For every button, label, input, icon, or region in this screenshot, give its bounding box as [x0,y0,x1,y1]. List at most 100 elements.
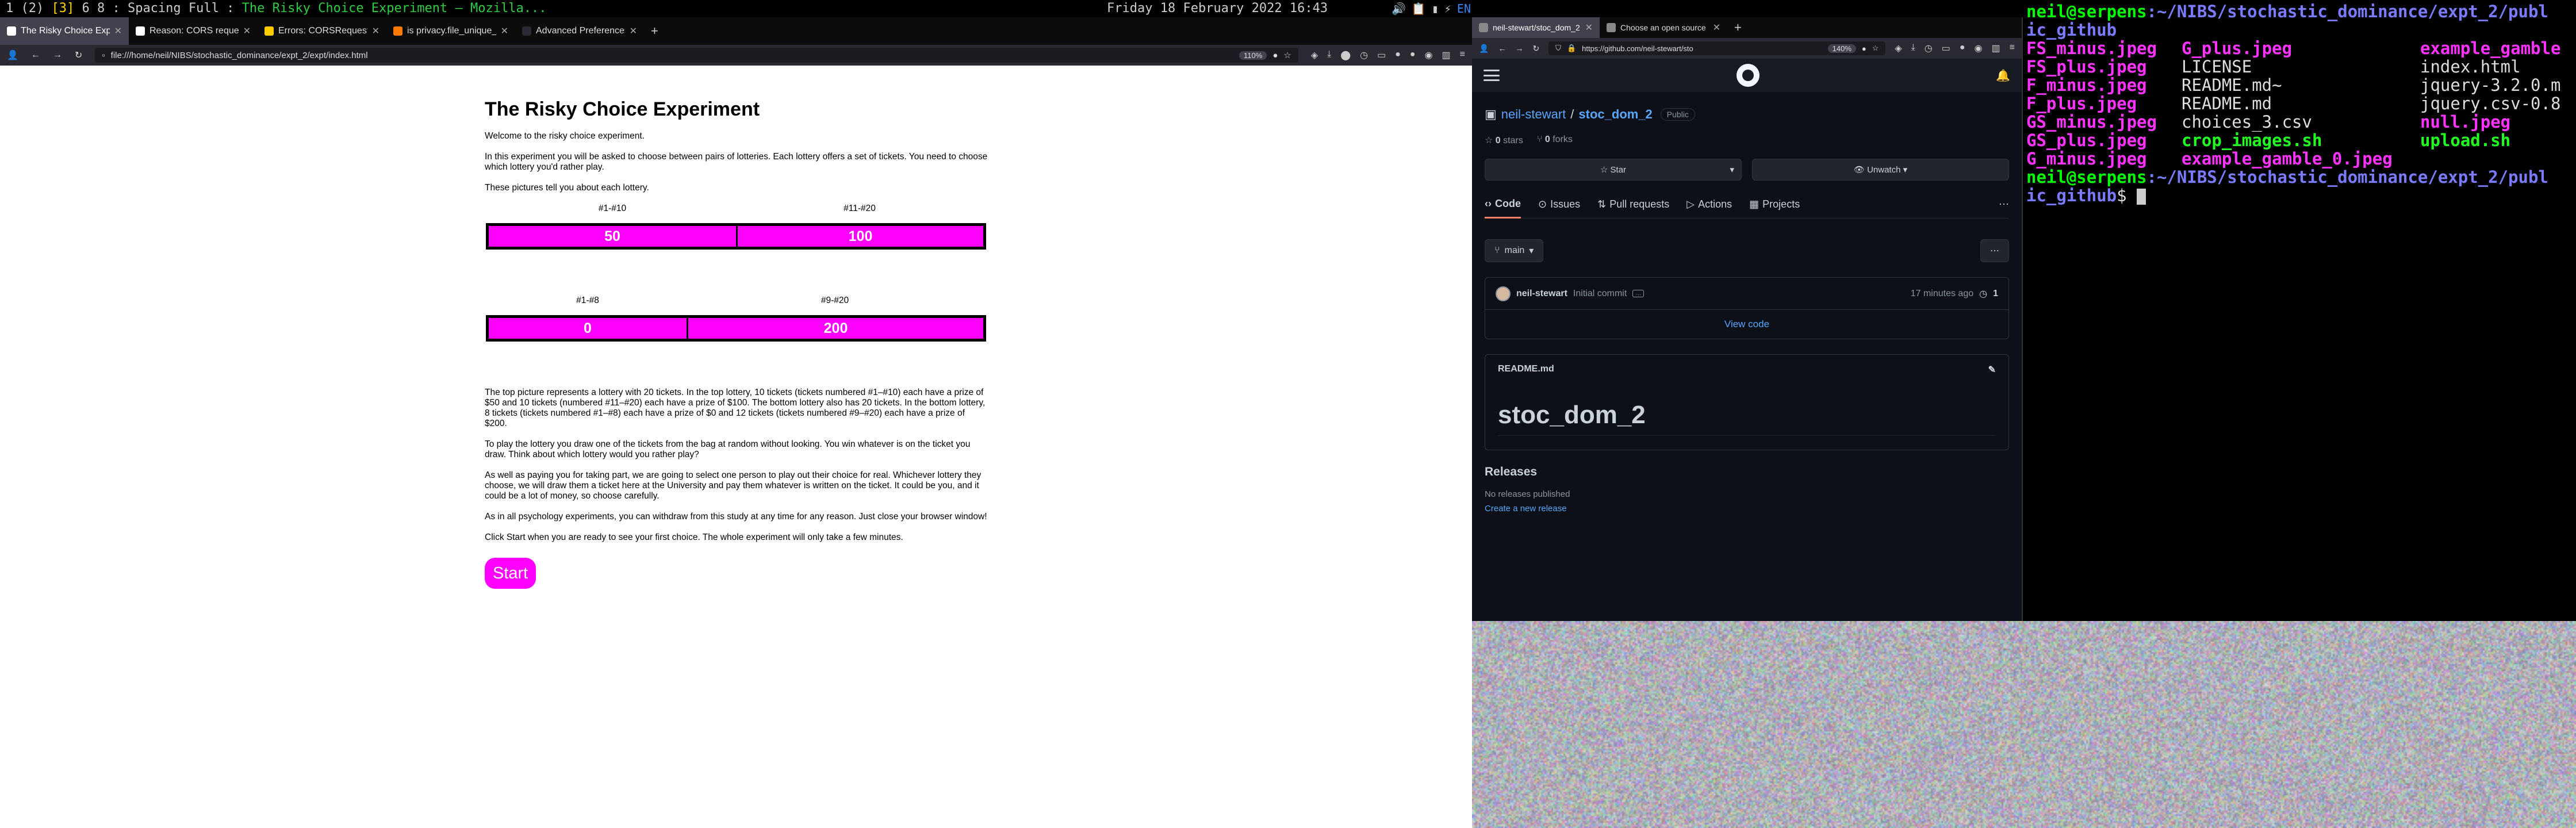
repo-tab[interactable]: ⇅ Pull requests [1597,191,1669,218]
expand-commit-button[interactable]: … [1632,290,1644,297]
extension-icon[interactable]: ◉ [1975,43,1983,54]
browser-tab[interactable]: is privacy.file_unique_o ✕ [386,17,515,45]
repo-name-link[interactable]: stoc_dom_2 [1578,107,1652,122]
repo-tab[interactable]: ▷ Actions [1686,191,1732,218]
close-tab-icon[interactable]: ✕ [114,25,122,37]
library-icon[interactable]: ▥ [1992,43,2000,54]
browser-tab[interactable]: Advanced Preferences ✕ [515,17,644,45]
bookmark-star-icon[interactable]: ☆ [1872,44,1879,53]
notification-bell-icon[interactable]: 🔔 [1996,68,2010,83]
repo-owner-link[interactable]: neil-stewart [1501,107,1566,122]
battery-icon[interactable]: ▮ [1432,0,1439,17]
tab-label: Projects [1762,198,1800,210]
new-tab-button[interactable]: + [1727,20,1749,35]
lock-icon[interactable]: 🔒 [1567,44,1576,53]
zoom-badge[interactable]: 110% [1239,51,1267,60]
edit-pencil-icon[interactable]: ✎ [1988,364,1996,375]
sidebar-icon[interactable]: ▭ [1377,49,1386,61]
browser-tab[interactable]: Reason: CORS request n ✕ [129,17,258,45]
zoom-badge[interactable]: 140% [1828,44,1856,53]
history-icon[interactable]: ◷ [1979,288,1987,300]
forks-link[interactable]: ⑂ 0 forks [1537,135,1573,146]
url-bar[interactable]: ⛉ 🔒 https://github.com/neil-stewart/sto … [1548,41,1885,55]
start-button[interactable]: Start [485,558,536,589]
browser-tab[interactable]: neil-stewart/stoc_dom_2 ✕ [1472,17,1600,38]
github-logo-icon[interactable] [1736,64,1759,87]
clipboard-icon[interactable]: 📋 [1412,0,1426,17]
repo-tab[interactable]: ▦ Projects [1749,191,1800,218]
extension-icon[interactable]: ● [1395,49,1401,61]
browser-tab[interactable]: Errors: CORSRequestN ✕ [258,17,386,45]
branch-selector[interactable]: ⑂ main ▾ [1485,239,1543,262]
reload-icon[interactable]: ↻ [75,49,82,61]
branch-row: ⑂ main ▾ ⋯ [1485,239,2009,262]
terminal-cursor [2137,189,2146,205]
close-tab-icon[interactable]: ✕ [243,25,251,37]
hamburger-icon[interactable] [1483,70,1500,81]
reader-icon[interactable]: ● [1272,51,1278,60]
avatar[interactable] [1496,286,1511,301]
view-code-link[interactable]: View code [1485,310,2008,339]
url-bar[interactable]: ▫ file:///home/neil/NIBS/stochastic_domi… [95,48,1298,63]
back-icon[interactable]: ← [1498,44,1506,53]
unwatch-button[interactable]: 👁 Unwatch ▾ [1752,159,2009,181]
tab-label: Advanced Preferences [536,26,625,36]
create-release-link[interactable]: Create a new release [1485,504,2009,513]
more-options-button[interactable]: ⋯ [1980,239,2009,262]
account-icon[interactable]: 👤 [1479,44,1489,53]
extension-icon[interactable]: ● [1410,49,1416,61]
explanation-paragraph: The top picture represents a lottery wit… [485,388,988,429]
download-icon[interactable]: ⤓ [1911,43,1915,54]
file-entry: index.html [2420,57,2570,76]
forward-icon[interactable]: → [53,50,62,60]
back-icon[interactable]: ← [31,50,40,60]
browser-tab[interactable]: Choose an open source l ✕ [1600,17,1727,38]
file-icon: ▫ [102,51,105,60]
readme-filename[interactable]: README.md [1498,364,1554,375]
commit-message[interactable]: Initial commit [1573,289,1627,299]
new-tab-button[interactable]: + [644,24,665,39]
menu-icon[interactable]: ≡ [1460,49,1465,61]
close-tab-icon[interactable]: ✕ [630,25,637,37]
history-icon[interactable]: ◷ [1360,49,1368,61]
workspace-indicator[interactable]: 1 (2) [3] 6 8 : Spacing Full : The Risky… [6,0,546,17]
pocket-icon[interactable]: ◈ [1311,49,1318,61]
bookmark-star-icon[interactable]: ☆ [1283,50,1291,60]
chevron-down-icon[interactable]: ▾ [1730,164,1734,175]
forward-icon[interactable]: → [1515,44,1523,53]
toolbar-icons: ◈ ⤓ ◷ ▭ ● ◉ ▥ ≡ [1895,43,2015,54]
commit-author[interactable]: neil-stewart [1516,289,1567,299]
terminal-window[interactable]: neil@serpens:~/NIBS/stochastic_dominance… [2024,0,2576,621]
menu-icon[interactable]: ≡ [2010,43,2015,54]
repo-tab[interactable]: ⊙ Issues [1538,191,1580,218]
ls-row: FS_plus.jpeg LICENSE index.html [2026,57,2574,76]
close-tab-icon[interactable]: ✕ [372,25,379,37]
close-tab-icon[interactable]: ✕ [1585,22,1593,33]
close-tab-icon[interactable]: ✕ [501,25,508,37]
commit-count[interactable]: 1 [1993,289,1998,299]
reader-icon[interactable]: ● [1862,44,1866,53]
library-icon[interactable]: ▥ [1442,49,1451,61]
stars-link[interactable]: ☆ 0 stars [1485,135,1523,146]
releases-heading[interactable]: Releases [1485,465,2009,479]
extension-icon[interactable]: ◉ [1425,49,1433,61]
keyboard-layout[interactable]: EN [1457,0,1471,17]
extension-icon[interactable]: ⬤ [1340,49,1351,61]
extension-icon[interactable]: ● [1960,43,1965,54]
close-tab-icon[interactable]: ✕ [1713,22,1720,33]
repo-tab[interactable]: ‹› Code [1485,191,1521,218]
star-button[interactable]: ☆ Star ▾ [1485,159,1742,181]
more-tabs-button[interactable]: ⋯ [1999,191,2009,218]
lottery-top: #1-#10 #11-#20 50 100 [485,204,988,296]
download-icon[interactable]: ⤓ [1327,49,1331,61]
volume-icon[interactable]: 🔊 [1392,0,1406,17]
network-icon[interactable]: ⚡ [1444,0,1451,17]
account-icon[interactable]: 👤 [7,49,18,61]
history-icon[interactable]: ◷ [1925,43,1933,54]
pocket-icon[interactable]: ◈ [1895,43,1902,54]
sidebar-icon[interactable]: ▭ [1942,43,1950,54]
browser-tab[interactable]: The Risky Choice Experim ✕ [0,17,129,45]
file-entry: jquery.csv-0.8 [2420,94,2570,113]
reload-icon[interactable]: ↻ [1532,44,1539,53]
shield-icon[interactable]: ⛉ [1555,44,1561,53]
